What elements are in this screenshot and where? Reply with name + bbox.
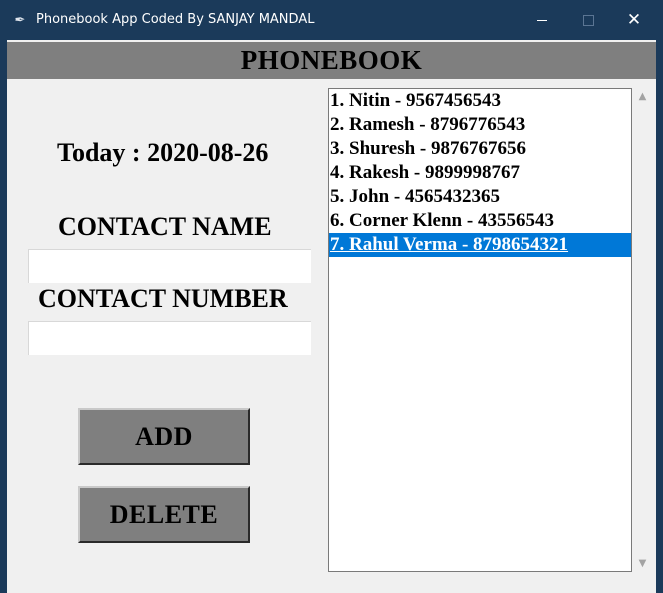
today-date-label: Today : 2020-08-26 [57,138,269,167]
close-icon: ✕ [626,9,642,30]
close-button[interactable]: ✕ [611,0,657,40]
contact-list-item[interactable]: 3. Shuresh - 9876767656 [329,137,631,161]
delete-button[interactable]: DELETE [78,486,250,543]
window-title: Phonebook App Coded By SANJAY MANDAL [36,12,315,27]
contact-list-item[interactable]: 6. Corner Klenn - 43556543 [329,209,631,233]
scroll-up-arrow-icon[interactable]: ▲ [634,88,651,105]
minimize-button[interactable] [519,0,565,40]
contact-list-item[interactable]: 4. Rakesh - 9899998767 [329,161,631,185]
contact-list-item[interactable]: 1. Nitin - 9567456543 [329,89,631,113]
app-window: ✒ Phonebook App Coded By SANJAY MANDAL ✕… [0,0,663,593]
contact-name-label: CONTACT NAME [58,212,272,241]
minimize-icon [537,19,547,21]
title-bar[interactable]: ✒ Phonebook App Coded By SANJAY MANDAL ✕ [0,0,663,40]
contact-number-label: CONTACT NUMBER [38,284,288,313]
scroll-down-arrow-icon[interactable]: ▼ [634,555,651,572]
page-title: PHONEBOOK [7,42,656,79]
contact-name-input[interactable] [28,249,311,283]
maximize-button[interactable] [565,0,611,40]
contact-list-item[interactable]: 5. John - 4565432365 [329,185,631,209]
contact-number-input[interactable] [28,321,311,355]
add-button[interactable]: ADD [78,408,250,465]
listbox-scrollbar[interactable]: ▲ ▼ [634,88,651,572]
contact-list-item[interactable]: 2. Ramesh - 8796776543 [329,113,631,137]
contact-list-item[interactable]: 7. Rahul Verma - 8798654321 [329,233,631,257]
feather-icon: ✒ [14,12,26,28]
contact-listbox[interactable]: 1. Nitin - 9567456543 2. Ramesh - 8796776… [328,88,632,572]
app-client-area: PHONEBOOK Today : 2020-08-26 CONTACT NAM… [7,40,656,593]
maximize-icon [582,14,594,26]
